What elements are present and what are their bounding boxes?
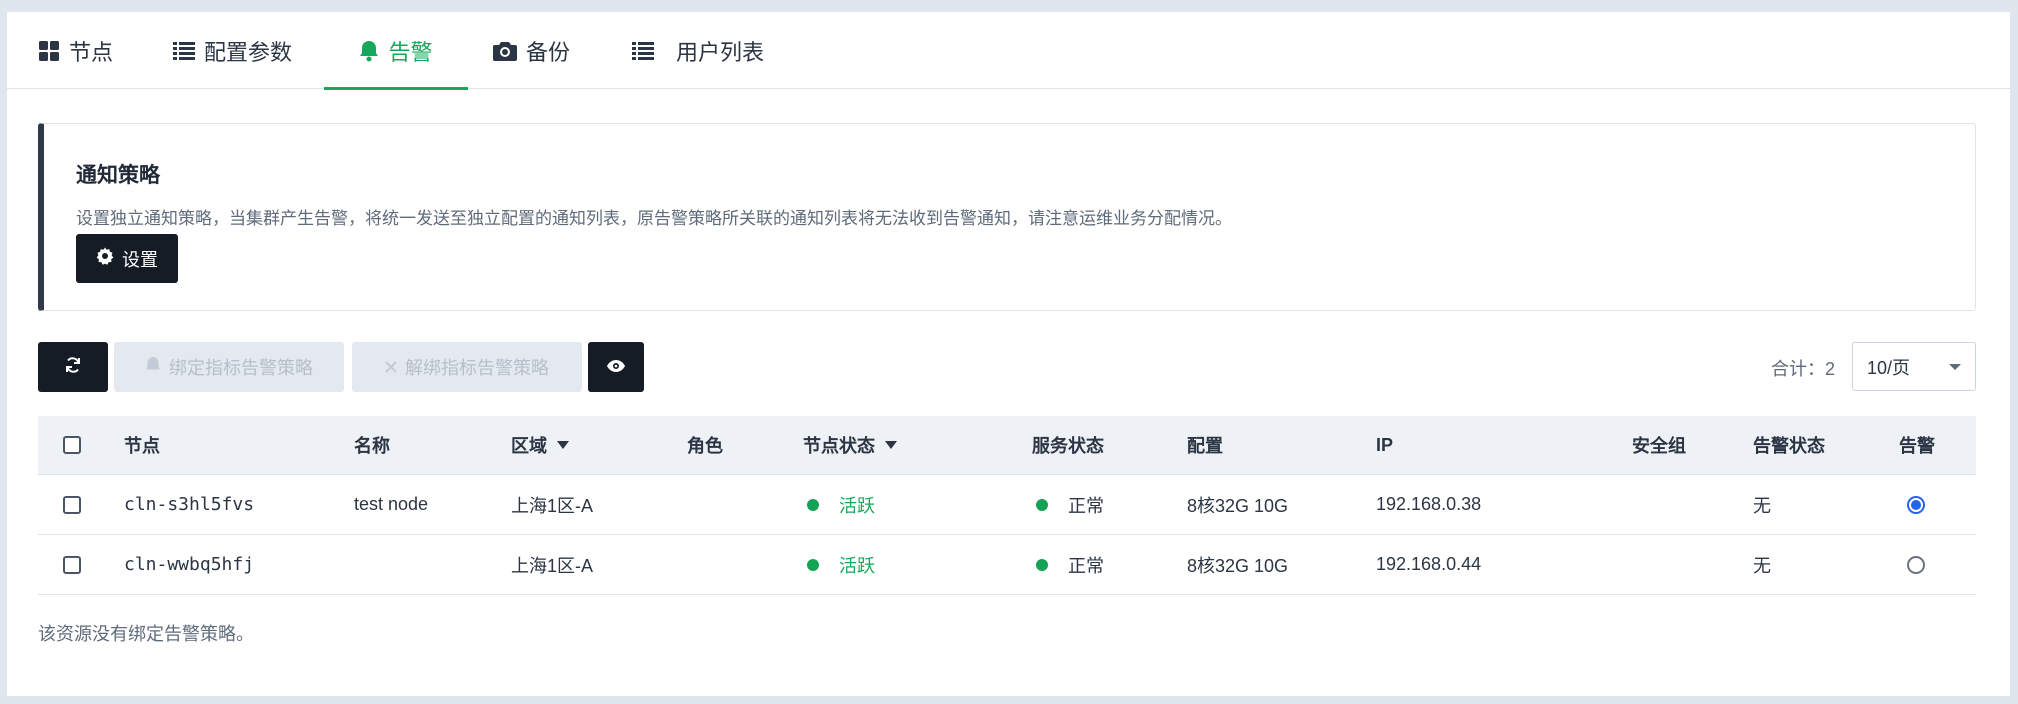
node-status-text: 活跃 — [839, 555, 875, 576]
bind-label: 绑定指标告警策略 — [169, 358, 313, 378]
view-button[interactable] — [588, 342, 644, 392]
node-ip: 192.168.0.44 — [1376, 554, 1482, 574]
settings-label: 设置 — [122, 249, 158, 270]
status-dot — [807, 558, 819, 571]
no-policy-note: 该资源没有绑定告警策略。 — [38, 624, 254, 644]
tab-config-params[interactable]: 配置参数 — [173, 12, 292, 89]
table-row[interactable]: cln-s3hl5fvs test node 上海1区-A 活跃 正常 8核32… — [38, 475, 1976, 535]
node-status: 活跃 — [807, 535, 875, 594]
refresh-icon — [64, 356, 82, 379]
alert-radio[interactable] — [1907, 475, 1925, 534]
refresh-button[interactable] — [38, 342, 108, 392]
alert-status: 无 — [1753, 495, 1771, 516]
select-all-checkbox[interactable] — [63, 416, 81, 474]
col-zone[interactable]: 区域 — [511, 416, 569, 474]
caret-down-icon — [885, 441, 897, 449]
tab-label: 备份 — [526, 39, 571, 65]
col-security-group: 安全组 — [1632, 436, 1686, 456]
list-icon — [173, 41, 195, 61]
total-count: 合计：2 — [1771, 359, 1836, 379]
col-config: 配置 — [1187, 436, 1223, 456]
col-node: 节点 — [124, 436, 160, 456]
node-config: 8核32G 10G — [1187, 555, 1289, 576]
node-table: 节点 名称 区域 角色 节点状态 服务状态 配置 IP 安全组 告警状态 告警 … — [38, 416, 1976, 595]
radio-unselected — [1907, 555, 1925, 574]
node-status-text: 活跃 — [839, 495, 875, 516]
alert-status: 无 — [1753, 555, 1771, 576]
node-name: test node — [354, 494, 429, 514]
radio-selected — [1907, 495, 1925, 514]
service-status: 正常 — [1036, 475, 1104, 534]
tab-label: 配置参数 — [204, 39, 293, 65]
notice-description: 设置独立通知策略，当集群产生告警，将统一发送至独立配置的通知列表，原告警策略所关… — [76, 209, 1232, 228]
status-dot — [1036, 558, 1048, 571]
row-checkbox[interactable] — [63, 535, 81, 594]
close-icon — [385, 357, 397, 378]
bind-alert-policy-button[interactable]: 绑定指标告警策略 — [114, 342, 344, 392]
tab-label: 告警 — [388, 39, 433, 65]
service-status: 正常 — [1036, 535, 1104, 594]
gear-icon — [96, 247, 114, 270]
page-size-value: 10/页 — [1867, 357, 1911, 378]
service-status-text: 正常 — [1068, 495, 1104, 516]
col-alert-status: 告警状态 — [1753, 436, 1825, 456]
settings-button[interactable]: 设置 — [76, 234, 178, 283]
col-ip: IP — [1376, 434, 1394, 455]
table-header: 节点 名称 区域 角色 节点状态 服务状态 配置 IP 安全组 告警状态 告警 — [38, 416, 1976, 475]
tab-users[interactable]: 用户列表 — [632, 12, 764, 89]
status-dot — [1036, 498, 1048, 511]
col-service-status: 服务状态 — [1032, 436, 1104, 456]
chevron-down-icon — [1949, 364, 1961, 370]
col-alert: 告警 — [1899, 436, 1935, 456]
col-node-status-label: 节点状态 — [803, 436, 875, 456]
col-name: 名称 — [354, 436, 390, 456]
tab-bar: 节点 配置参数 告警 备份 用户列表 — [7, 12, 2010, 90]
grid-icon — [38, 40, 60, 62]
col-role: 角色 — [687, 436, 723, 456]
caret-down-icon — [557, 441, 569, 449]
page-size-select[interactable]: 10/页 — [1852, 342, 1976, 391]
node-id: cln-wwbq5hfj — [124, 554, 255, 575]
tab-nodes[interactable]: 节点 — [38, 12, 113, 89]
notice-title: 通知策略 — [76, 164, 160, 187]
tab-backup[interactable]: 备份 — [493, 12, 570, 89]
col-zone-label: 区域 — [511, 436, 547, 456]
alert-radio[interactable] — [1907, 535, 1925, 594]
tab-label: 用户列表 — [676, 39, 765, 65]
camera-icon — [493, 41, 517, 61]
bell-off-icon — [145, 356, 161, 379]
node-ip: 192.168.0.38 — [1376, 494, 1482, 514]
node-status: 活跃 — [807, 475, 875, 534]
node-config: 8核32G 10G — [1187, 495, 1289, 516]
tab-label: 节点 — [69, 39, 114, 65]
list-icon — [632, 41, 654, 61]
tab-alerts[interactable]: 告警 — [324, 12, 468, 90]
unbind-label: 解绑指标告警策略 — [405, 358, 549, 378]
table-row[interactable]: cln-wwbq5hfj 上海1区-A 活跃 正常 8核32G 10G 192.… — [38, 535, 1976, 595]
col-node-status[interactable]: 节点状态 — [803, 416, 897, 474]
node-zone: 上海1区-A — [511, 495, 594, 516]
eye-icon — [606, 357, 626, 378]
service-status-text: 正常 — [1068, 555, 1104, 576]
node-id: cln-s3hl5fvs — [124, 494, 255, 515]
row-checkbox[interactable] — [63, 475, 81, 534]
bell-icon — [359, 40, 379, 62]
unbind-alert-policy-button[interactable]: 解绑指标告警策略 — [352, 342, 582, 392]
alert-panel: 节点 配置参数 告警 备份 用户列表 通知策略 设置独立通知策略，当集群产生告警… — [7, 12, 2010, 696]
node-zone: 上海1区-A — [511, 555, 594, 576]
notification-policy-box: 通知策略 设置独立通知策略，当集群产生告警，将统一发送至独立配置的通知列表，原告… — [38, 123, 1976, 311]
status-dot — [807, 498, 819, 511]
